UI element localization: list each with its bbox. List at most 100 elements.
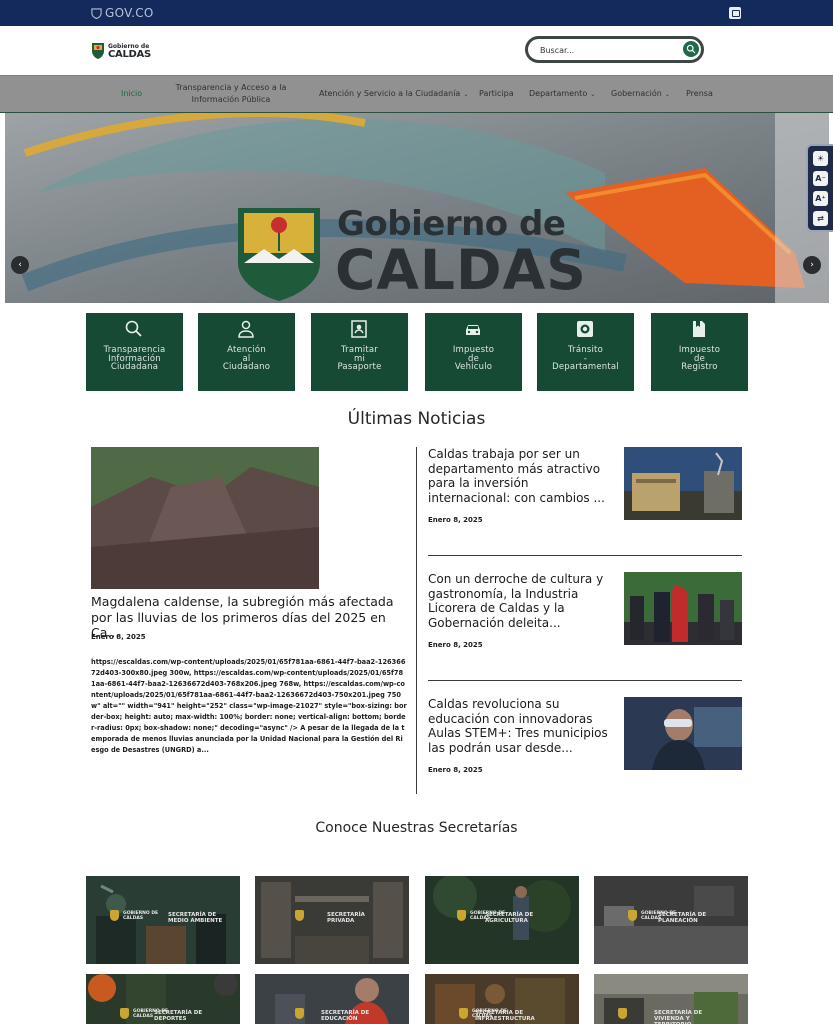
search-box xyxy=(525,36,704,63)
secretaria-name: Secretaría de Agricultura xyxy=(485,912,534,924)
news-side-date: Enero 8, 2025 xyxy=(428,641,483,649)
nav-item-inicio[interactable]: Inicio xyxy=(121,88,142,100)
news-separator xyxy=(428,680,742,681)
logo-line-2: CALDAS xyxy=(108,49,151,60)
slider-next-button[interactable]: › xyxy=(803,256,821,274)
secretaria-card[interactable]: Secretaría de Vivienda y Territorio xyxy=(594,974,748,1024)
accessibility-panel: ☀ A⁻ A⁺ ⇄ xyxy=(806,144,833,232)
car-icon xyxy=(466,325,480,335)
nav-item-label-2: Información Pública xyxy=(191,95,271,104)
nav-item-prensa[interactable]: Prensa xyxy=(686,88,713,100)
passport-icon xyxy=(351,320,367,338)
news-main-excerpt: https://escaldas.com/wp-content/uploads/… xyxy=(91,658,407,754)
document-icon xyxy=(693,321,705,337)
site-header: Gobierno de CALDAS xyxy=(0,26,833,75)
news-side-date: Enero 8, 2025 xyxy=(428,516,483,524)
secretaria-logo: GOBIERNO DE CALDAS xyxy=(110,910,158,921)
quick-link-label: Atención al Ciudadano xyxy=(222,345,271,372)
news-side-title[interactable]: Con un derroche de cultura y gastronomía… xyxy=(428,572,613,630)
quick-link-registro[interactable]: Impuesto de Registro xyxy=(651,313,748,391)
secretaria-card[interactable]: GOBIERNO DE CALDAS Secretaría de Infraest… xyxy=(425,974,579,1024)
secretaria-name: Secretaría de Educación xyxy=(321,1010,370,1022)
quick-link-transparencia[interactable]: Transparencia Información Ciudadana xyxy=(86,313,183,391)
logo-text: Gobierno de CALDAS xyxy=(108,43,151,60)
secretaria-logo xyxy=(618,1008,627,1019)
nav-item-label: Participa xyxy=(479,89,514,98)
chevron-down-icon: ⌄ xyxy=(463,91,469,98)
nav-item-label: Inicio xyxy=(121,89,143,98)
nav-item-label: Gobernación xyxy=(611,89,662,98)
search-input[interactable] xyxy=(540,43,680,57)
chevron-down-icon: ⌄ xyxy=(664,91,670,98)
news-side-title[interactable]: Caldas trabaja por ser un departamento m… xyxy=(428,447,613,505)
secretaria-card[interactable]: GOBIERNO DE CALDAS Secretaría de Medio Am… xyxy=(86,876,240,964)
contrast-icon[interactable]: ☀ xyxy=(813,151,828,166)
quick-link-label: Tránsito - Departamental xyxy=(552,345,619,372)
text-increase-icon[interactable]: A⁺ xyxy=(813,191,828,206)
news-side-image[interactable] xyxy=(624,572,742,645)
news-main-image[interactable] xyxy=(91,447,319,589)
news-divider xyxy=(416,447,417,794)
main-nav: Inicio Transparencia y Acceso a la Infor… xyxy=(0,75,833,113)
search-icon xyxy=(125,320,142,337)
nav-item-label: Transparencia y Acceso a la xyxy=(175,83,287,92)
search-button[interactable] xyxy=(683,41,699,57)
nav-item-departamento[interactable]: Departamento ⌄ xyxy=(529,88,595,101)
nav-item-label: Departamento xyxy=(529,89,588,98)
news-side-date: Enero 8, 2025 xyxy=(428,766,483,774)
gov-bar: GOV.CO xyxy=(0,0,833,26)
quick-link-pasaporte[interactable]: Tramitar mi Pasaporte xyxy=(311,313,408,391)
secretaria-name: Secretaría de Medio Ambiente xyxy=(168,912,223,924)
hero-title-line-2: CALDAS xyxy=(335,238,587,302)
slider-prev-button[interactable]: ‹ xyxy=(11,256,29,274)
accessibility-toggle-icon[interactable] xyxy=(729,7,741,19)
secretaria-card[interactable]: GOBIERNO DE CALDAS Secretaría de Planeaci… xyxy=(594,876,748,964)
nav-item-label: Prensa xyxy=(686,89,713,98)
search-icon xyxy=(686,44,696,54)
secretaria-name: Secretaría de Planeación xyxy=(658,912,707,924)
secretaria-name: Secretaría de Deportes xyxy=(154,1010,203,1022)
screen-reader-icon[interactable]: ⇄ xyxy=(813,211,828,226)
quick-link-label: Tramitar mi Pasaporte xyxy=(337,345,382,372)
quick-link-vehiculo[interactable]: Impuesto de Vehículo xyxy=(425,313,522,391)
news-side-image[interactable] xyxy=(624,447,742,520)
nav-item-transparencia[interactable]: Transparencia y Acceso a la Información … xyxy=(175,82,287,106)
nav-item-label: Atención y Servicio a la Ciudadanía xyxy=(319,89,461,98)
caldas-shield-icon xyxy=(92,43,104,59)
news-side-title[interactable]: Caldas revoluciona su educación con inno… xyxy=(428,697,613,755)
secretaria-name: Secretaría de Vivienda y Territorio xyxy=(654,1010,703,1024)
news-separator xyxy=(428,555,742,556)
secretarias-heading: Conoce Nuestras Secretarías xyxy=(315,820,518,836)
secretaria-card[interactable]: Secretaría de Educación xyxy=(255,974,409,1024)
chevron-right-icon: › xyxy=(810,260,814,270)
secretaria-card[interactable]: GOBIERNO DE CALDAS Secretaría de Agricult… xyxy=(425,876,579,964)
hero-title-line-1: Gobierno de xyxy=(337,204,566,244)
gov-co-icon xyxy=(91,7,102,19)
secretaria-card[interactable]: GOBIERNO DE CALDAS Secretaría de Deportes xyxy=(86,974,240,1024)
site-logo[interactable]: Gobierno de CALDAS xyxy=(91,42,151,60)
hero-slider: Gobierno de CALDAS ‹ › xyxy=(5,113,829,303)
secretaria-logo xyxy=(295,910,304,921)
nav-item-atencion[interactable]: Atención y Servicio a la Ciudadanía ⌄ xyxy=(319,88,468,101)
secretaria-card[interactable]: Secretaría Privada xyxy=(255,876,409,964)
person-icon xyxy=(238,320,254,338)
quick-link-atencion[interactable]: Atención al Ciudadano xyxy=(198,313,295,391)
text-decrease-icon[interactable]: A⁻ xyxy=(813,171,828,186)
news-main-date: Enero 8, 2025 xyxy=(91,633,146,641)
quick-link-transito[interactable]: Tránsito - Departamental xyxy=(537,313,634,391)
traffic-icon xyxy=(577,321,593,337)
quick-link-label: Impuesto de Registro xyxy=(678,345,721,372)
chevron-down-icon: ⌄ xyxy=(590,91,596,98)
quick-link-label: Impuesto de Vehículo xyxy=(452,345,495,372)
chevron-left-icon: ‹ xyxy=(18,260,22,270)
secretaria-name: Secretaría de Infraestructura xyxy=(475,1010,535,1022)
gov-co-link[interactable]: GOV.CO xyxy=(91,6,154,20)
quick-link-label: Transparencia Información Ciudadana xyxy=(103,345,166,372)
gov-co-label: GOV.CO xyxy=(105,6,154,20)
news-heading: Últimas Noticias xyxy=(347,409,486,429)
secretaria-logo xyxy=(295,1008,304,1019)
secretaria-name: Secretaría Privada xyxy=(327,912,365,924)
news-side-image[interactable] xyxy=(624,697,742,770)
nav-item-participa[interactable]: Participa xyxy=(479,88,514,100)
nav-item-gobernacion[interactable]: Gobernación ⌄ xyxy=(611,88,670,101)
